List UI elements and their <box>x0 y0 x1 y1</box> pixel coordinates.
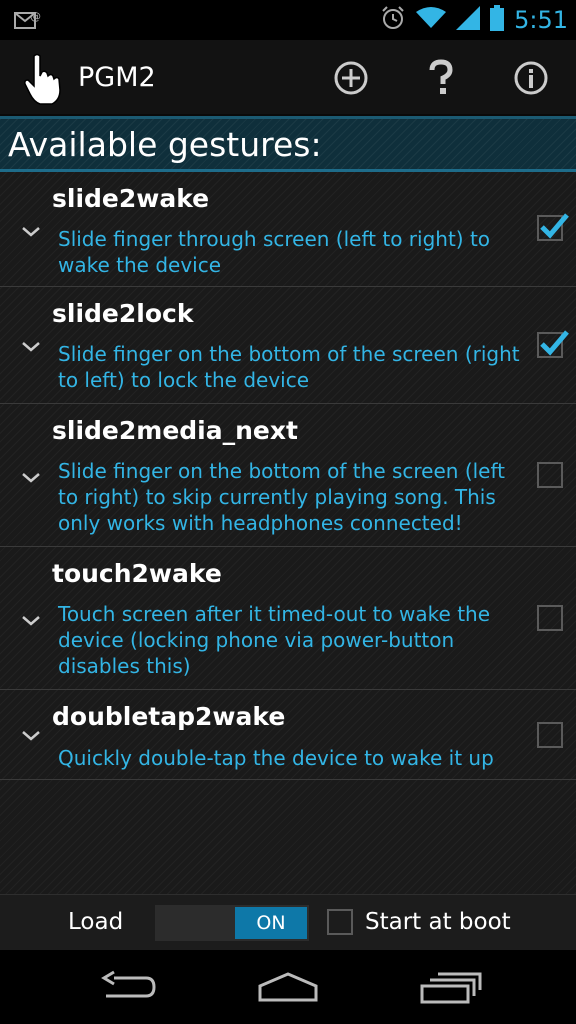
battery-icon <box>490 5 505 35</box>
chevron-down-icon[interactable] <box>20 339 42 353</box>
svg-text:@: @ <box>30 10 41 23</box>
toggle-on-thumb: ON <box>235 907 307 939</box>
gesture-description: Slide finger on the bottom of the screen… <box>58 459 506 535</box>
start-at-boot-checkbox[interactable] <box>327 909 353 935</box>
help-icon[interactable] <box>421 58 461 98</box>
navigation-bar <box>0 950 576 1024</box>
gesture-checkbox-checked[interactable] <box>537 213 569 241</box>
gesture-checkbox[interactable] <box>537 462 563 488</box>
chevron-down-icon[interactable] <box>20 728 42 742</box>
gesture-item-slide2lock[interactable]: slide2lock Slide finger on the bottom of… <box>0 287 576 404</box>
status-bar: @ 5:51 <box>0 0 576 40</box>
gesture-item-slide2media-next[interactable]: slide2media_next Slide finger on the bot… <box>0 404 576 547</box>
control-bar: Load ON Start at boot <box>0 894 576 950</box>
gesture-list: slide2wake Slide finger through screen (… <box>0 172 576 780</box>
load-toggle[interactable]: ON <box>155 905 309 941</box>
add-circle-icon[interactable] <box>331 58 371 98</box>
gesture-description: Quickly double-tap the device to wake it… <box>58 746 494 770</box>
signal-icon <box>456 6 481 34</box>
gesture-name: touch2wake <box>52 559 222 588</box>
info-icon[interactable] <box>511 58 551 98</box>
load-label: Load <box>68 909 124 935</box>
gesture-checkbox[interactable] <box>537 722 563 748</box>
gesture-name: slide2lock <box>52 299 194 328</box>
gesture-name: slide2wake <box>52 184 210 213</box>
gesture-item-slide2wake[interactable]: slide2wake Slide finger through screen (… <box>0 172 576 287</box>
section-title: Available gestures: <box>8 125 322 164</box>
back-icon[interactable] <box>96 970 160 1004</box>
wifi-icon <box>416 6 447 34</box>
gesture-description: Touch screen after it timed-out to wake … <box>58 602 491 678</box>
chevron-down-icon[interactable] <box>20 470 42 484</box>
email-notification-icon: @ <box>14 8 42 32</box>
app-title: PGM2 <box>78 62 156 93</box>
home-icon[interactable] <box>256 970 320 1004</box>
chevron-down-icon[interactable] <box>20 613 42 627</box>
clock: 5:51 <box>514 6 568 34</box>
section-header: Available gestures: <box>0 116 576 172</box>
chevron-down-icon[interactable] <box>20 224 42 238</box>
gesture-description: Slide finger through screen (left to rig… <box>58 227 491 277</box>
gesture-item-touch2wake[interactable]: touch2wake Touch screen after it timed-o… <box>0 547 576 690</box>
gesture-checkbox[interactable] <box>537 605 563 631</box>
alarm-icon <box>380 5 406 35</box>
hand-pointer-icon <box>22 52 68 106</box>
gesture-name: doubletap2wake <box>52 702 286 731</box>
gesture-checkbox-checked[interactable] <box>537 330 569 358</box>
gesture-description: Slide finger on the bottom of the screen… <box>58 342 520 392</box>
start-at-boot-label: Start at boot <box>365 909 511 935</box>
action-bar: PGM2 <box>0 40 576 116</box>
gesture-item-doubletap2wake[interactable]: doubletap2wake Quickly double-tap the de… <box>0 690 576 780</box>
recent-apps-icon[interactable] <box>418 970 482 1004</box>
gesture-name: slide2media_next <box>52 416 298 445</box>
